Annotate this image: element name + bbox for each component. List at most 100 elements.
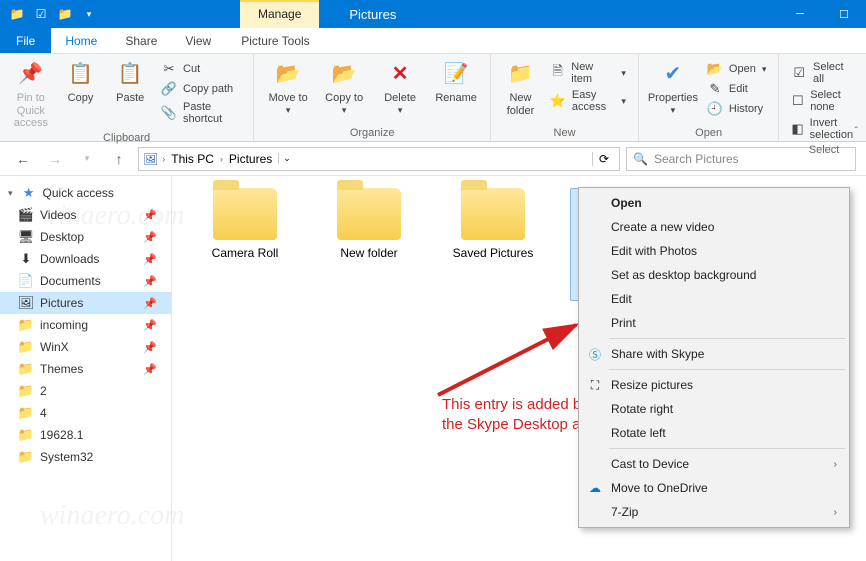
copy-button[interactable]: 📋Copy <box>58 58 104 105</box>
refresh-button[interactable]: ⟳ <box>592 152 615 166</box>
path-icon: 🔗 <box>161 81 177 97</box>
selectnone-icon: ☐ <box>791 93 804 109</box>
ctx-print[interactable]: Print <box>581 311 847 335</box>
move-to-button[interactable]: 📂Move to▾ <box>262 58 314 115</box>
nav-recent-button[interactable]: ▾ <box>74 146 100 172</box>
moveto-icon: 📂 <box>274 60 302 88</box>
ctx-move-onedrive[interactable]: ☁Move to OneDrive <box>581 476 847 500</box>
qat-newfolder-icon[interactable]: 📁 <box>54 3 76 25</box>
ctx-rotate-left[interactable]: Rotate left <box>581 421 847 445</box>
breadcrumb-pictures[interactable]: Pictures <box>227 152 274 166</box>
copy-icon: 📋 <box>67 60 95 88</box>
nav-quick-access[interactable]: ★Quick access <box>0 182 171 204</box>
edit-button[interactable]: ✎Edit <box>703 80 770 98</box>
tab-file[interactable]: File <box>0 28 51 53</box>
ctx-cast-device[interactable]: Cast to Device› <box>581 452 847 476</box>
rename-button[interactable]: 📝Rename <box>430 58 482 105</box>
nav-19628[interactable]: 📁19628.1 <box>0 424 171 446</box>
ctx-set-background[interactable]: Set as desktop background <box>581 263 847 287</box>
window-controls: ─ ☐ <box>778 0 866 28</box>
nav-desktop[interactable]: 🖥Desktop📌 <box>0 226 171 248</box>
nav-themes[interactable]: 📁Themes📌 <box>0 358 171 380</box>
cut-button[interactable]: ✂Cut <box>157 60 245 78</box>
ctx-create-video[interactable]: Create a new video <box>581 215 847 239</box>
tab-view[interactable]: View <box>171 28 225 53</box>
properties-button[interactable]: ✔Properties▾ <box>647 58 699 115</box>
group-label-clipboard: Clipboard <box>8 130 245 144</box>
folder-icon: 📁 <box>18 449 34 465</box>
select-all-button[interactable]: ☑Select all <box>787 60 860 86</box>
newfolder-icon: 📁 <box>507 60 535 88</box>
paste-button[interactable]: 📋Paste <box>107 58 153 105</box>
copy-path-button[interactable]: 🔗Copy path <box>157 80 245 98</box>
breadcrumb-thispc[interactable]: This PC <box>169 152 216 166</box>
folder-camera-roll[interactable]: Camera Roll <box>198 188 292 260</box>
pictures-icon: 🖼 <box>18 295 34 311</box>
search-placeholder: Search Pictures <box>654 152 739 166</box>
folder-saved-pictures[interactable]: Saved Pictures <box>446 188 540 260</box>
qat-properties-icon[interactable]: ☑ <box>30 3 52 25</box>
ctx-rotate-right[interactable]: Rotate right <box>581 397 847 421</box>
nav-incoming[interactable]: 📁incoming📌 <box>0 314 171 336</box>
easy-access-button[interactable]: ⭐Easy access ▾ <box>546 88 630 114</box>
ctx-separator <box>609 369 845 370</box>
invert-icon: ◧ <box>791 121 803 137</box>
ctx-7zip[interactable]: 7-Zip› <box>581 500 847 524</box>
nav-documents[interactable]: 📄Documents📌 <box>0 270 171 292</box>
ctx-resize-pictures[interactable]: ⛶Resize pictures <box>581 373 847 397</box>
invert-selection-button[interactable]: ◧Invert selection <box>787 116 860 142</box>
chevron-right-icon[interactable]: › <box>162 154 165 164</box>
minimize-button[interactable]: ─ <box>778 0 822 28</box>
folder-icon: 📁 <box>18 383 34 399</box>
new-folder-button[interactable]: 📁New folder <box>499 58 542 117</box>
pin-quick-access-button[interactable]: 📌Pin to Quick access <box>8 58 54 130</box>
address-input[interactable]: 🖼 › This PC › Pictures ⌄ ⟳ <box>138 147 620 171</box>
nav-back-button[interactable]: ← <box>10 146 36 172</box>
nav-downloads[interactable]: ⬇Downloads📌 <box>0 248 171 270</box>
chevron-right-icon: › <box>834 507 837 518</box>
nav-pictures[interactable]: 🖼Pictures📌 <box>0 292 171 314</box>
group-label-open: Open <box>647 125 770 139</box>
address-bar: ← → ▾ ↑ 🖼 › This PC › Pictures ⌄ ⟳ 🔍 Sea… <box>0 142 866 176</box>
shortcut-icon: 📎 <box>161 105 177 121</box>
ctx-open[interactable]: Open <box>581 191 847 215</box>
tab-home[interactable]: Home <box>51 28 111 53</box>
folder-icon: 📁 <box>18 339 34 355</box>
nav-4[interactable]: 📁4 <box>0 402 171 424</box>
nav-2[interactable]: 📁2 <box>0 380 171 402</box>
edit-icon: ✎ <box>707 81 723 97</box>
nav-up-button[interactable]: ↑ <box>106 146 132 172</box>
ctx-edit[interactable]: Edit <box>581 287 847 311</box>
documents-icon: 📄 <box>18 273 34 289</box>
folder-icon <box>337 188 401 240</box>
group-label-organize: Organize <box>262 125 482 139</box>
select-none-button[interactable]: ☐Select none <box>787 88 860 114</box>
paste-shortcut-button[interactable]: 📎Paste shortcut <box>157 100 245 126</box>
address-dropdown-icon[interactable]: ⌄ <box>278 153 295 164</box>
tab-share[interactable]: Share <box>111 28 171 53</box>
ctx-share-skype[interactable]: ⓈShare with Skype <box>581 342 847 366</box>
ribbon-context-tab-manage[interactable]: Manage <box>240 0 319 28</box>
delete-button[interactable]: ✕Delete▾ <box>374 58 426 115</box>
open-button[interactable]: 📂Open ▾ <box>703 60 770 78</box>
folder-icon: 📁 <box>18 361 34 377</box>
ribbon-group-new: 📁New folder 🗎New item ▾ ⭐Easy access ▾ N… <box>491 54 639 141</box>
ribbon: 📌Pin to Quick access 📋Copy 📋Paste ✂Cut 🔗… <box>0 54 866 142</box>
folder-new-folder[interactable]: New folder <box>322 188 416 260</box>
chevron-right-icon[interactable]: › <box>220 154 223 164</box>
new-item-button[interactable]: 🗎New item ▾ <box>546 60 630 86</box>
tab-picture-tools[interactable]: Picture Tools <box>227 28 323 53</box>
pictures-location-icon: 🖼 <box>143 152 158 166</box>
nav-winx[interactable]: 📁WinX📌 <box>0 336 171 358</box>
nav-system32[interactable]: 📁System32 <box>0 446 171 468</box>
qat-dropdown-icon[interactable]: ▾ <box>78 3 100 25</box>
copy-to-button[interactable]: 📂Copy to▾ <box>318 58 370 115</box>
nav-videos[interactable]: 🎬Videos📌 <box>0 204 171 226</box>
history-button[interactable]: 🕘History <box>703 100 770 118</box>
maximize-button[interactable]: ☐ <box>822 0 866 28</box>
nav-forward-button[interactable]: → <box>42 146 68 172</box>
folder-icon <box>461 188 525 240</box>
ribbon-group-open: ✔Properties▾ 📂Open ▾ ✎Edit 🕘History Open <box>639 54 779 141</box>
ribbon-collapse-icon[interactable]: ˆ <box>855 126 858 137</box>
ctx-edit-photos[interactable]: Edit with Photos <box>581 239 847 263</box>
